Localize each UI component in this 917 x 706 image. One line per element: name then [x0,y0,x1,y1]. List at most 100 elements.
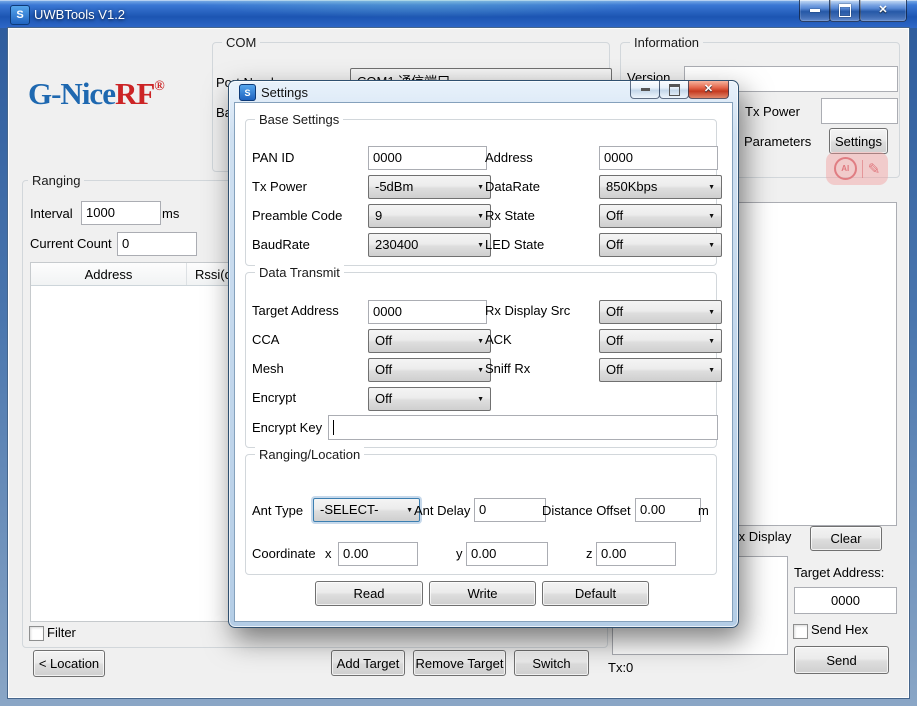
encrypt-key-field[interactable] [328,415,718,440]
rx-display-src-value: Off [606,304,623,320]
chevron-down-icon: ▼ [473,338,484,345]
default-button[interactable]: Default [542,581,649,606]
chevron-down-icon: ▼ [704,184,715,191]
pan-id-field[interactable]: 0000 [368,146,487,170]
baudrate-select[interactable]: 230400 ▼ [368,233,491,257]
registered-icon: ® [154,79,164,94]
remove-target-button[interactable]: Remove Target [413,650,506,676]
clear-button[interactable]: Clear [810,526,882,551]
filter-checkbox[interactable] [29,626,44,641]
baudrate-value: 230400 [375,237,418,253]
maximize-icon [839,4,851,17]
coord-z-field[interactable]: 0.00 [596,542,676,566]
preamble-code-select[interactable]: 9 ▼ [368,204,491,228]
column-header-address[interactable]: Address [31,263,187,285]
app-icon-letter: S [16,9,23,21]
cca-value: Off [375,333,392,349]
dialog-close-button[interactable]: ✕ [688,81,729,99]
led-state-select[interactable]: Off ▼ [599,233,722,257]
sniff-rx-select[interactable]: Off ▼ [599,358,722,382]
current-count-field[interactable]: 0 [117,232,197,256]
target-address-field[interactable]: 0000 [794,587,897,614]
coord-y-value: 0.00 [471,546,496,562]
address-field[interactable]: 0000 [599,146,718,170]
ant-type-value: -SELECT- [320,502,379,518]
rx-state-value: Off [606,208,623,224]
maximize-button[interactable] [829,0,861,22]
coord-x-value: 0.00 [343,546,368,562]
minimize-button[interactable] [799,0,831,22]
dialog-maximize-button[interactable] [659,81,689,99]
interval-field[interactable]: 1000 [81,201,161,225]
parameters-label: Parameters [744,134,811,150]
location-button[interactable]: < Location [33,650,105,677]
logo-text-red: RF [115,76,154,111]
minimize-icon [810,9,820,12]
chevron-down-icon: ▼ [473,213,484,220]
send-button[interactable]: Send [794,646,889,674]
preamble-code-value: 9 [375,208,382,224]
distance-unit-label: m [698,503,709,519]
mesh-select[interactable]: Off ▼ [368,358,491,382]
tx-power-select[interactable]: -5dBm ▼ [368,175,491,199]
main-titlebar[interactable] [0,0,917,28]
settings-button[interactable]: Settings [829,128,888,154]
chevron-down-icon: ▼ [704,338,715,345]
dialog-minimize-icon [641,88,650,91]
read-button[interactable]: Read [315,581,423,606]
coord-y-field[interactable]: 0.00 [466,542,548,566]
led-state-value: Off [606,237,623,253]
chevron-down-icon: ▼ [402,507,413,514]
dialog-minimize-button[interactable] [630,81,660,99]
chevron-down-icon: ▼ [704,242,715,249]
datarate-select[interactable]: 850Kbps ▼ [599,175,722,199]
ant-type-label: Ant Type [252,503,303,519]
dlg-tx-power-label: Tx Power [252,179,307,195]
base-settings-title: Base Settings [255,112,343,128]
address-value: 0000 [604,150,633,166]
rx-display-src-select[interactable]: Off ▼ [599,300,722,324]
encrypt-select[interactable]: Off ▼ [368,387,491,411]
ack-select[interactable]: Off ▼ [599,329,722,353]
distance-offset-value: 0.00 [640,502,665,518]
brand-logo: G-NiceRF® [28,76,165,112]
current-count-value: 0 [122,236,129,252]
chevron-down-icon: ▼ [704,367,715,374]
encrypt-label: Encrypt [252,390,296,406]
ranging-group-title: Ranging [28,173,84,189]
close-button[interactable]: ✕ [859,0,907,22]
address-label: Address [485,150,533,166]
target-address-value: 0000 [831,593,860,609]
cca-label: CCA [252,332,279,348]
rx-state-select[interactable]: Off ▼ [599,204,722,228]
coord-x-field[interactable]: 0.00 [338,542,418,566]
sniff-rx-label: Sniff Rx [485,361,530,377]
coord-y-label: y [456,546,463,562]
dialog-title: Settings [261,85,308,100]
filter-label: Filter [47,625,76,641]
write-button[interactable]: Write [429,581,536,606]
datarate-label: DataRate [485,179,540,195]
pan-id-value: 0000 [373,150,402,166]
ranging-location-title: Ranging/Location [255,447,364,463]
send-hex-checkbox[interactable] [793,624,808,639]
tx-power-field[interactable] [821,98,898,124]
mesh-value: Off [375,362,392,378]
send-hex-label: Send Hex [811,622,868,638]
switch-button[interactable]: Switch [514,650,589,676]
sniff-rx-value: Off [606,362,623,378]
dialog-maximize-icon [669,84,680,96]
ant-type-select[interactable]: -SELECT- ▼ [313,498,420,522]
cca-select[interactable]: Off ▼ [368,329,491,353]
dlg-target-address-field[interactable]: 0000 [368,300,487,324]
ant-delay-field[interactable]: 0 [474,498,546,522]
coordinate-label: Coordinate [252,546,316,562]
add-target-button[interactable]: Add Target [331,650,405,676]
coord-x-label: x [325,546,332,562]
encrypt-key-label: Encrypt Key [252,420,322,436]
rx-display-src-label: Rx Display Src [485,303,570,319]
close-icon: ✕ [878,5,887,16]
pan-id-label: PAN ID [252,150,294,166]
chevron-down-icon: ▼ [473,396,484,403]
distance-offset-field[interactable]: 0.00 [635,498,701,522]
